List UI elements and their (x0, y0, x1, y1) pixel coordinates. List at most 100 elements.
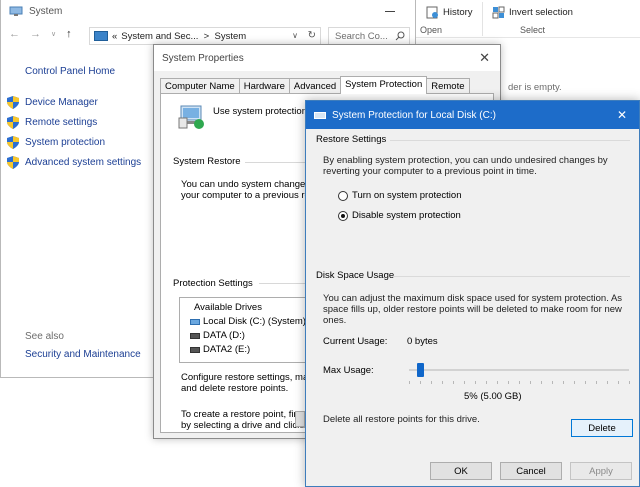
shield-icon (7, 156, 19, 169)
slider-tick (530, 381, 531, 384)
drive-item-c[interactable]: Local Disk (C:) (System) (190, 316, 306, 327)
drive-icon (190, 346, 200, 353)
restore-settings-heading: Restore Settings (316, 134, 387, 145)
device-manager-link[interactable]: Device Manager (7, 96, 98, 109)
explorer-ribbon: History Invert selection Open Select (416, 0, 640, 38)
remote-settings-link[interactable]: Remote settings (7, 116, 97, 129)
drive-icon (314, 111, 326, 119)
max-usage-slider-track[interactable] (409, 369, 629, 371)
system-window-title: System (29, 5, 63, 17)
disable-protection-label: Disable system protection (352, 210, 461, 221)
slider-tick (464, 381, 465, 384)
slider-tick (552, 381, 553, 384)
tab-computer-name[interactable]: Computer Name (160, 78, 240, 94)
slider-tick (541, 381, 542, 384)
drive-label-d: DATA (D:) (203, 330, 245, 341)
shield-icon (7, 96, 19, 109)
slider-tick (596, 381, 597, 384)
forward-arrow-icon[interactable]: → (30, 28, 41, 40)
disable-protection-radio[interactable]: Disable system protection (338, 210, 461, 221)
slider-ticks (409, 381, 630, 385)
back-arrow-icon[interactable]: ← (9, 28, 20, 40)
max-usage-slider-thumb[interactable] (417, 363, 424, 377)
tab-hardware[interactable]: Hardware (238, 78, 290, 94)
obscured-button[interactable] (295, 411, 305, 427)
max-usage-value: 5% (5.00 GB) (464, 391, 522, 402)
protection-dialog-title-bar: System Protection for Local Disk (C:) (306, 101, 639, 129)
close-icon[interactable]: ✕ (479, 50, 490, 66)
system-properties-title: System Properties (162, 52, 244, 64)
computer-icon (9, 6, 23, 16)
restore-settings-divider (390, 140, 630, 141)
drive-item-e[interactable]: DATA2 (E:) (190, 344, 250, 355)
system-restore-text-line2: your computer to a previous res (181, 190, 315, 201)
drive-item-d[interactable]: DATA (D:) (190, 330, 245, 341)
current-usage-value: 0 bytes (407, 336, 438, 347)
shield-icon (7, 136, 19, 149)
disk-desc-line3: ones. (323, 315, 347, 326)
turn-on-protection-radio[interactable]: Turn on system protection (338, 190, 461, 201)
ok-button[interactable]: OK (430, 462, 492, 480)
configure-text-line1: Configure restore settings, mana (181, 372, 319, 383)
security-maintenance-link[interactable]: Security and Maintenance (25, 349, 141, 360)
cancel-button[interactable]: Cancel (500, 462, 562, 480)
slider-tick (585, 381, 586, 384)
apply-button[interactable]: Apply (570, 462, 632, 480)
restore-desc-line2: reverting your computer to a previous po… (323, 166, 537, 177)
system-protection-dialog: System Protection for Local Disk (C:) ✕ … (305, 100, 640, 487)
delete-desc: Delete all restore points for this drive… (323, 414, 480, 425)
search-icon (395, 31, 405, 41)
advanced-system-settings-link[interactable]: Advanced system settings (7, 156, 141, 169)
shield-icon (7, 116, 19, 129)
disk-space-heading: Disk Space Usage (316, 270, 395, 281)
disk-desc-line2: space fills up, older restore points wil… (323, 304, 622, 315)
drive-icon (190, 332, 200, 339)
search-input[interactable]: Search Co... (328, 27, 410, 45)
dropdown-chevron-icon[interactable]: ∨ (51, 30, 56, 38)
address-bar[interactable]: « System and Sec... > System ∨ ↻ (89, 27, 321, 45)
slider-tick (486, 381, 487, 384)
slider-tick (420, 381, 421, 384)
folder-empty-text: der is empty. (508, 82, 562, 93)
select-group-label: Select (520, 25, 546, 35)
system-restore-heading: System Restore (173, 156, 245, 167)
slider-tick (574, 381, 575, 384)
minimize-icon[interactable] (385, 11, 395, 12)
invert-selection-button[interactable]: Invert selection (492, 6, 573, 19)
available-drives-header: Available Drives (194, 302, 262, 313)
see-also-heading: See also (25, 331, 64, 342)
address-path: System and Sec... > System (121, 30, 247, 42)
system-drive-icon (190, 318, 200, 325)
turn-on-protection-label: Turn on system protection (352, 190, 462, 201)
slider-tick (607, 381, 608, 384)
system-properties-title-bar: System Properties (154, 45, 500, 71)
configure-text-line2: and delete restore points. (181, 383, 289, 394)
slider-tick (453, 381, 454, 384)
slider-tick (442, 381, 443, 384)
open-group-label: Open (420, 25, 443, 35)
available-drives-list[interactable]: Available Drives Local Disk (C:) (System… (179, 297, 319, 363)
system-protection-intro: Use system protection to (213, 106, 318, 117)
protection-settings-heading: Protection Settings (173, 278, 257, 289)
close-icon[interactable]: ✕ (617, 108, 627, 122)
system-protection-icon (178, 105, 204, 129)
search-placeholder: Search Co... (335, 30, 388, 42)
address-dropdown-icon[interactable]: ∨ (292, 31, 298, 40)
restore-desc-line1: By enabling system protection, you can u… (323, 155, 608, 166)
system-protection-link[interactable]: System protection (7, 136, 105, 149)
tab-advanced[interactable]: Advanced (288, 78, 342, 94)
tab-remote[interactable]: Remote (426, 78, 470, 94)
control-panel-icon (94, 31, 108, 41)
refresh-icon[interactable]: ↻ (308, 30, 316, 41)
advanced-system-settings-label: Advanced system settings (25, 157, 142, 168)
history-button[interactable]: History (426, 6, 473, 19)
tab-strip: Computer Name Hardware Advanced System P… (160, 76, 470, 94)
delete-button[interactable]: Delete (571, 419, 633, 437)
tab-system-protection[interactable]: System Protection (340, 76, 428, 94)
up-arrow-icon[interactable]: ↑ (66, 28, 72, 40)
radio-circle-icon (338, 190, 348, 201)
system-protection-label: System protection (25, 137, 106, 148)
drive-label-c: Local Disk (C:) (System) (203, 316, 306, 327)
control-panel-home-link[interactable]: Control Panel Home (25, 66, 115, 77)
system-restore-text-line1: You can undo system changes b (181, 179, 318, 190)
